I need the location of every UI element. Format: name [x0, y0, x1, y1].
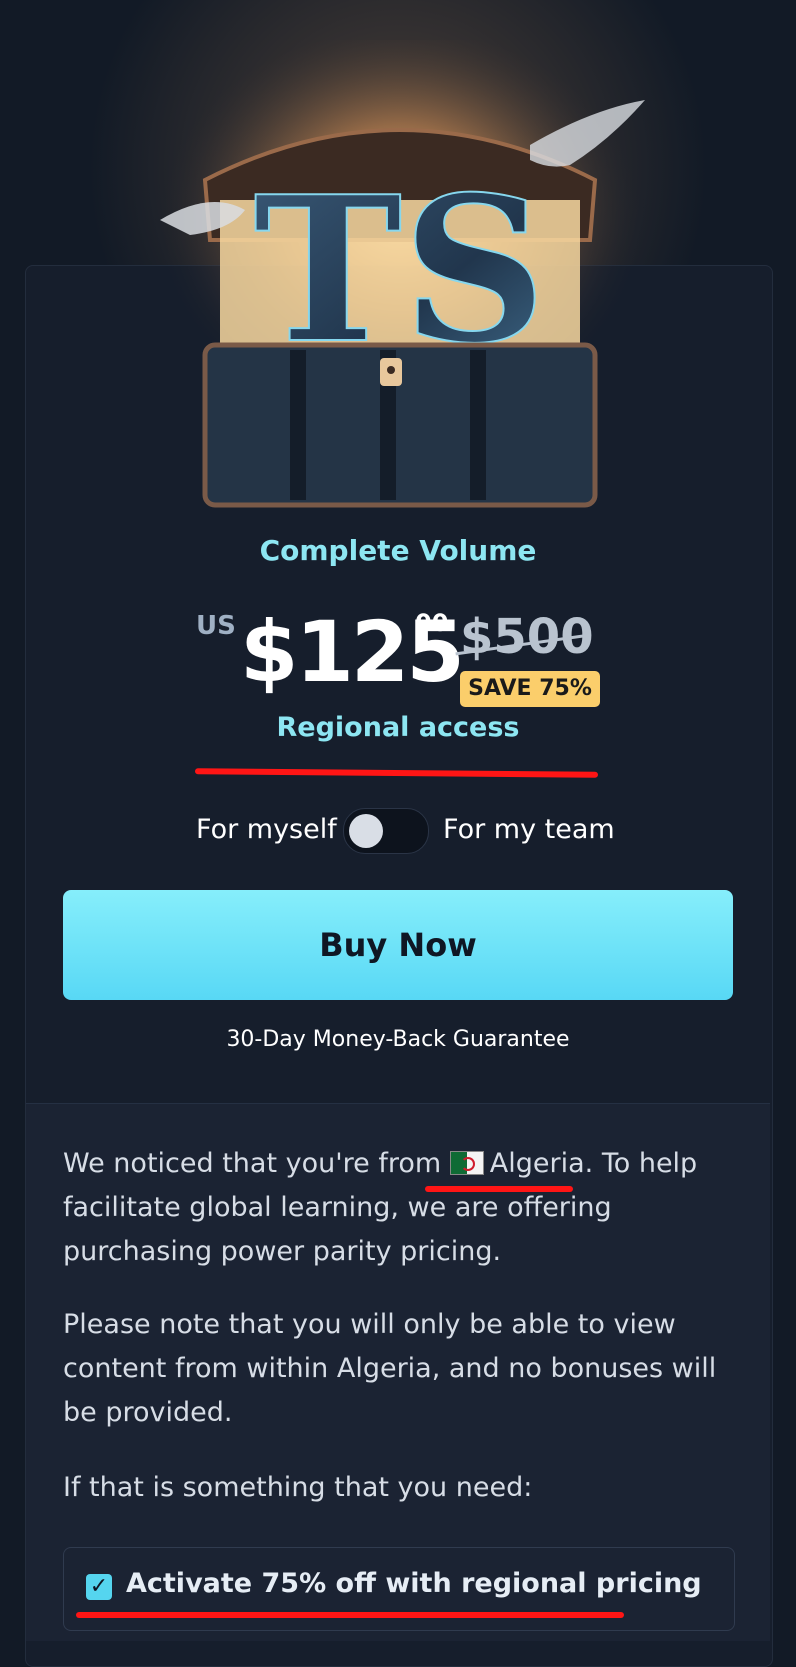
price-row: US $125 00 $500 SAVE 75% [0, 595, 796, 707]
regional-pricing-checkbox[interactable]: ✓ [86, 1574, 112, 1600]
save-badge: SAVE 75% [460, 671, 600, 707]
notice-prefix: We noticed that you're from [63, 1148, 442, 1179]
regional-pricing-option[interactable]: ✓ Activate 75% off with regional pricing [63, 1547, 735, 1631]
product-title: Complete Volume [259, 534, 537, 567]
money-back-guarantee: 30-Day Money-Back Guarantee [226, 1027, 570, 1052]
regional-pricing-label[interactable]: Activate 75% off with regional pricing [126, 1568, 702, 1599]
audience-toggle-switch[interactable] [343, 808, 429, 854]
for-myself-label[interactable]: For myself [196, 814, 337, 845]
audience-toggle-row: For myself For my team [0, 808, 796, 858]
regional-notice-paragraph: We noticed that you're from Algeria. To … [63, 1142, 743, 1274]
content-restriction-paragraph: Please note that you will only be able t… [63, 1309, 717, 1428]
for-my-team-label[interactable]: For my team [443, 814, 615, 845]
country-name: Algeria [489, 1148, 585, 1179]
toggle-knob [349, 814, 383, 848]
need-prompt-paragraph: If that is something that you need: [63, 1472, 533, 1503]
currency-code: US [196, 611, 236, 641]
annotation-underline-activate [76, 1612, 624, 1618]
price-cents: 00 [415, 609, 449, 637]
algeria-flag-icon [449, 1151, 484, 1175]
regional-access-label: Regional access [276, 712, 520, 743]
annotation-underline-country [425, 1186, 573, 1192]
treasure-chest-illustration: TS [150, 40, 650, 508]
buy-now-button[interactable]: Buy Now [63, 890, 733, 1000]
